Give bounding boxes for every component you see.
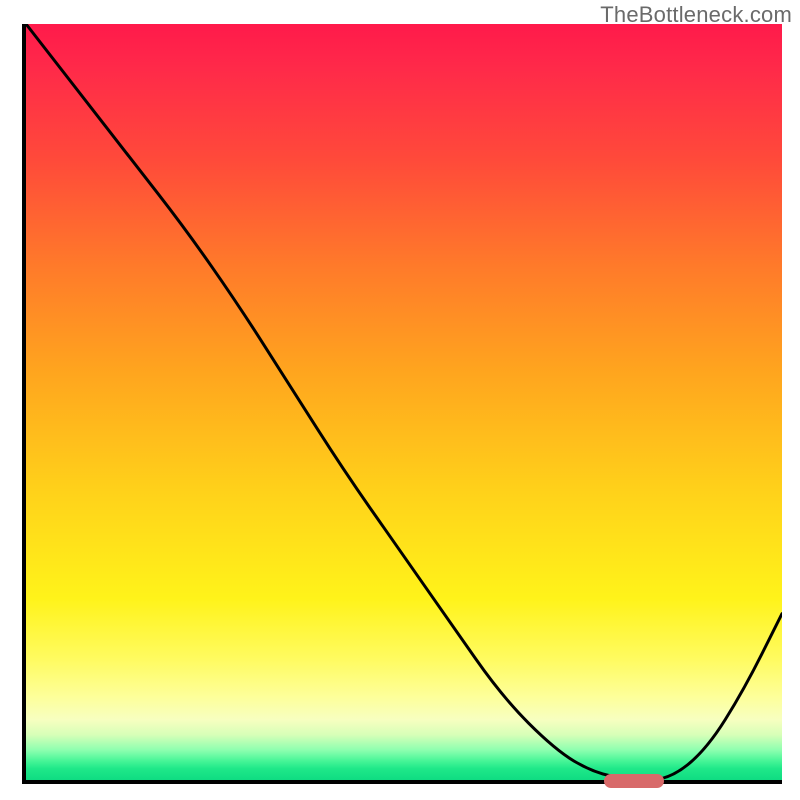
optimal-marker [604,774,665,788]
chart-container: TheBottleneck.com [0,0,800,800]
plot-area [22,24,782,784]
heat-gradient [26,24,782,780]
